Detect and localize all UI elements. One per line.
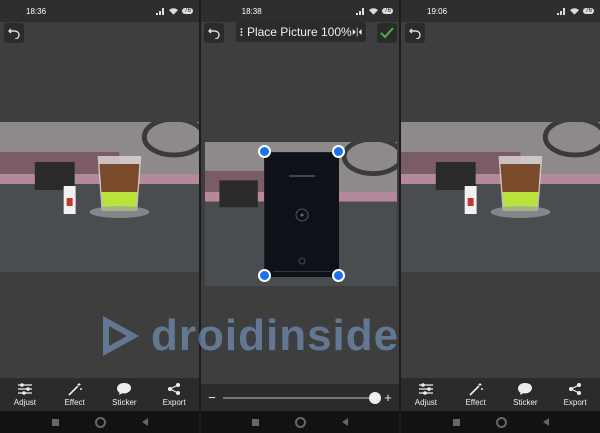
resize-handle-bottom-right[interactable] <box>332 269 345 282</box>
export-button[interactable]: Export <box>551 382 599 407</box>
status-time: 18:38 <box>241 6 262 16</box>
export-label: Export <box>563 398 587 407</box>
status-bar: 18:36 76 <box>0 0 199 22</box>
sticker-button[interactable]: Sticker <box>501 382 549 407</box>
wifi-icon <box>369 7 379 15</box>
signal-icon <box>356 7 365 15</box>
battery-icon: 76 <box>382 8 393 14</box>
resize-handle-bottom-left[interactable] <box>258 269 271 282</box>
adjust-button[interactable]: Adjust <box>402 382 450 407</box>
export-button[interactable]: Export <box>150 382 198 407</box>
share-icon <box>569 383 582 395</box>
sticker-button[interactable]: Sticker <box>100 382 148 407</box>
home-button[interactable] <box>495 416 507 428</box>
decrease-button[interactable]: − <box>207 390 217 405</box>
effect-label: Effect <box>465 398 486 407</box>
magic-wand-icon <box>68 383 82 396</box>
recents-button[interactable] <box>51 418 59 426</box>
resize-handle-top-left[interactable] <box>258 145 271 158</box>
undo-icon <box>8 28 20 39</box>
back-button[interactable] <box>542 418 549 426</box>
photo-canvas[interactable] <box>0 122 199 272</box>
status-icons: 76 <box>557 7 594 15</box>
android-nav-bar <box>401 411 600 433</box>
opacity-slider-track[interactable] <box>223 391 381 404</box>
undo-icon <box>409 28 421 39</box>
opacity-slider-knob[interactable] <box>369 391 381 404</box>
android-nav-bar <box>201 411 399 433</box>
magic-wand-icon <box>469 383 483 396</box>
photo-canvas[interactable] <box>401 122 600 272</box>
status-time: 19:06 <box>427 6 448 16</box>
placed-screenshot-sticker[interactable] <box>264 152 339 277</box>
status-time: 18:36 <box>26 6 47 16</box>
wifi-icon <box>570 7 580 15</box>
recents-button[interactable] <box>452 418 460 426</box>
watermark-text: droidinside <box>151 311 400 360</box>
screen-2: 18:38 76 Place Picture 100% − + <box>201 0 399 433</box>
adjust-label: Adjust <box>13 398 36 407</box>
chat-bubble-icon <box>117 383 132 395</box>
droidinside-logo-icon <box>103 316 139 356</box>
effect-button[interactable]: Effect <box>452 382 500 407</box>
phone-screenshot-image <box>265 153 339 277</box>
status-bar: 19:06 76 <box>401 0 600 22</box>
adjust-button[interactable]: Adjust <box>1 382 49 407</box>
android-nav-bar <box>0 411 199 433</box>
accept-button[interactable] <box>377 23 397 43</box>
undo-button[interactable] <box>4 23 24 43</box>
coffee-photo <box>401 122 600 272</box>
watermark: droidinside <box>95 306 505 366</box>
effect-button[interactable]: Effect <box>51 382 99 407</box>
battery-icon: 76 <box>182 8 193 14</box>
place-picture-toolbar: Place Picture 100% <box>236 22 366 42</box>
increase-button[interactable]: + <box>383 390 393 405</box>
recents-button[interactable] <box>252 418 259 426</box>
screen-3: 19:06 76 Adjust Effect Sticker Export <box>401 0 600 433</box>
status-icons: 76 <box>156 7 193 15</box>
effect-label: Effect <box>64 398 85 407</box>
sliders-icon <box>418 383 433 395</box>
battery-icon: 76 <box>583 8 594 14</box>
sticker-label: Sticker <box>513 398 538 407</box>
screen-1: 18:36 76 Adjust Effect Sticker Export <box>0 0 199 433</box>
signal-icon <box>557 7 566 15</box>
back-button[interactable] <box>342 418 348 426</box>
export-label: Export <box>162 398 186 407</box>
wifi-icon <box>169 7 179 15</box>
flip-horizontal-icon[interactable] <box>352 26 362 38</box>
adjust-label: Adjust <box>414 398 437 407</box>
chat-bubble-icon <box>518 383 533 395</box>
home-button[interactable] <box>94 416 106 428</box>
signal-icon <box>156 7 165 15</box>
sticker-label: Sticker <box>112 398 137 407</box>
opacity-slider-bar: − + <box>201 384 399 411</box>
bottom-toolbar: Adjust Effect Sticker Export <box>0 378 199 411</box>
undo-icon <box>208 28 220 39</box>
back-button[interactable] <box>141 418 148 426</box>
status-icons: 76 <box>356 7 393 15</box>
status-bar: 18:38 76 <box>201 0 399 22</box>
home-button[interactable] <box>295 416 306 428</box>
place-picture-label: Place Picture 100% <box>246 25 352 39</box>
resize-handle-top-right[interactable] <box>332 145 345 158</box>
check-icon <box>380 27 394 39</box>
sliders-icon <box>17 383 32 395</box>
share-icon <box>168 383 181 395</box>
bottom-toolbar: Adjust Effect Sticker Export <box>401 378 600 411</box>
undo-button[interactable] <box>204 23 224 43</box>
coffee-photo <box>0 122 199 272</box>
undo-button[interactable] <box>405 23 425 43</box>
